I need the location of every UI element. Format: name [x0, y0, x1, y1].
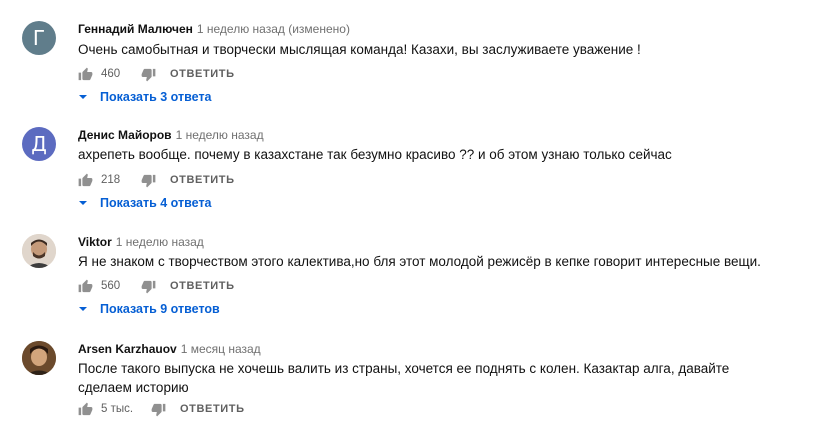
like-count: 218 [101, 174, 121, 186]
comment-actions: 560 ОТВЕТИТЬ [78, 278, 235, 294]
thumbs-up-icon[interactable] [78, 173, 93, 188]
avatar[interactable]: Д [22, 127, 56, 161]
show-replies-button[interactable]: Показать 3 ответа [78, 90, 212, 104]
comment-author[interactable]: Viktor [78, 235, 112, 249]
chevron-down-icon [79, 307, 87, 311]
comment-actions: 218 ОТВЕТИТЬ [78, 172, 235, 188]
comment-text-line: ахрепеть вообще. почему в казахстане так… [78, 147, 672, 162]
comment-author[interactable]: Геннадий Малючен [78, 22, 193, 36]
thumbs-up-icon[interactable] [78, 402, 93, 417]
avatar[interactable]: Г [22, 21, 56, 55]
comment-timestamp[interactable]: 1 неделю назад (изменено) [197, 22, 350, 36]
show-replies-label: Показать 3 ответа [100, 90, 212, 104]
reply-button[interactable]: ОТВЕТИТЬ [170, 68, 235, 80]
comment-author[interactable]: Arsen Karzhauov [78, 342, 177, 356]
like-count: 460 [101, 68, 121, 80]
comment-text-line: После такого выпуска не хочешь валить из… [78, 361, 730, 376]
avatar[interactable] [22, 341, 56, 375]
avatar-photo [22, 341, 56, 375]
like-count: 560 [101, 280, 121, 292]
show-replies-label: Показать 9 ответов [100, 302, 220, 316]
comment-timestamp[interactable]: 1 месяц назад [181, 342, 261, 356]
thumbs-down-icon[interactable] [141, 279, 156, 294]
comment-actions: 460 ОТВЕТИТЬ [78, 66, 235, 82]
comment-text-line: Я не знаком с творчеством этого калектив… [78, 254, 761, 269]
thumbs-up-icon[interactable] [78, 279, 93, 294]
comment-text-line: Очень самобытная и творчески мыслящая ко… [78, 42, 641, 57]
avatar-photo [22, 234, 56, 268]
thumbs-down-icon[interactable] [141, 67, 156, 82]
chevron-down-icon [79, 95, 87, 99]
reply-button[interactable]: ОТВЕТИТЬ [180, 403, 245, 415]
like-count: 5 тыс. [101, 403, 134, 415]
reply-button[interactable]: ОТВЕТИТЬ [170, 174, 235, 186]
show-replies-label: Показать 4 ответа [100, 196, 212, 210]
avatar[interactable] [22, 234, 56, 268]
comment-timestamp[interactable]: 1 неделю назад [116, 235, 204, 249]
chevron-down-icon [79, 201, 87, 205]
comment-timestamp[interactable]: 1 неделю назад [176, 128, 264, 142]
comment-author[interactable]: Денис Майоров [78, 128, 172, 142]
comment-text: После такого выпуска не хочешь валить из… [78, 359, 823, 397]
show-replies-button[interactable]: Показать 9 ответов [78, 302, 220, 316]
reply-button[interactable]: ОТВЕТИТЬ [170, 280, 235, 292]
comment-text-line: сделаем историю [78, 380, 189, 395]
comment-text: Очень самобытная и творчески мыслящая ко… [78, 40, 823, 59]
comment-actions: 5 тыс. ОТВЕТИТЬ [78, 401, 245, 417]
thumbs-up-icon[interactable] [78, 67, 93, 82]
show-replies-button[interactable]: Показать 4 ответа [78, 196, 212, 210]
thumbs-down-icon[interactable] [141, 173, 156, 188]
comment-text: Я не знаком с творчеством этого калектив… [78, 252, 823, 271]
thumbs-down-icon[interactable] [151, 402, 166, 417]
avatar-letter: Д [31, 132, 47, 156]
comment-text: ахрепеть вообще. почему в казахстане так… [78, 145, 823, 164]
avatar-letter: Г [32, 26, 46, 50]
